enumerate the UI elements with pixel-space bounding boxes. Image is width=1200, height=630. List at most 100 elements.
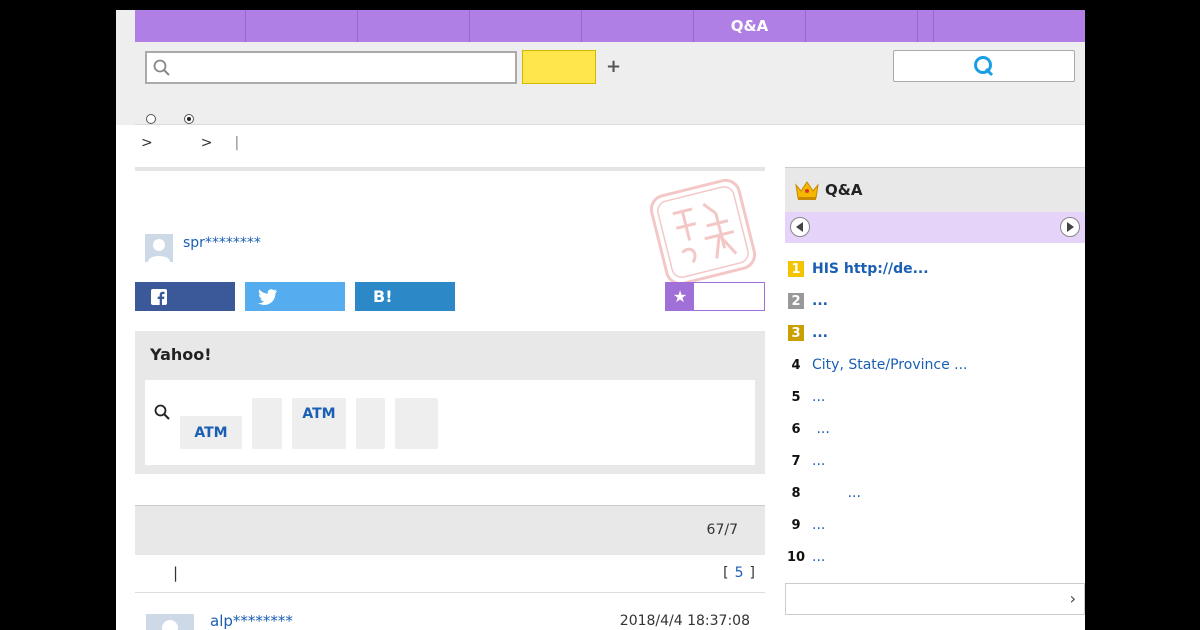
nav-tab-4[interactable]	[470, 10, 582, 42]
ranking-item-link[interactable]: HIS http://de...	[812, 261, 929, 277]
ranking-item-link[interactable]: ...	[812, 549, 825, 565]
chevron-right-icon: ›	[1069, 589, 1076, 608]
answer-timestamp: 2018/4/4 18:37:08	[619, 613, 750, 629]
ranking-item[interactable]: 10...	[785, 541, 1085, 573]
ranking-item[interactable]: 5...	[785, 381, 1085, 413]
sort-separator: |	[173, 564, 179, 582]
rank-number: 3	[788, 325, 804, 341]
ranking-header: Q&A	[785, 167, 1085, 212]
answers-sort-bar: | [5]	[135, 555, 765, 593]
nav-tab-2[interactable]	[246, 10, 358, 42]
chevron-left-icon	[796, 222, 803, 232]
related-keyword[interactable]	[356, 398, 385, 449]
breadcrumb-sep: >	[200, 135, 213, 151]
rank-number: 7	[791, 453, 801, 469]
search-input[interactable]	[175, 56, 505, 78]
watch-question-button[interactable]: ★	[665, 282, 765, 311]
nav-tab-8[interactable]	[918, 10, 934, 42]
nav-tab-3[interactable]	[358, 10, 470, 42]
nav-tab-7[interactable]	[806, 10, 918, 42]
ranking-category-tabs	[785, 212, 1085, 243]
ranking-item-link[interactable]: ...	[812, 293, 828, 309]
ranking-item-link[interactable]: ...	[812, 389, 825, 405]
pager-bracket: ]	[749, 565, 755, 581]
rank-number: 10	[786, 549, 806, 565]
add-condition-button[interactable]: +	[606, 56, 621, 77]
rank-number: 5	[791, 389, 801, 405]
related-keyword[interactable]	[252, 398, 282, 449]
ranking-item-link[interactable]: ...	[812, 453, 825, 469]
answers-header: 67/7	[135, 505, 765, 555]
pager-page-link[interactable]: 5	[735, 565, 744, 581]
top-nav: Q&A	[135, 10, 1085, 42]
ranking-title: Q&A	[825, 181, 863, 199]
rank-number: 2	[788, 293, 804, 309]
nav-tab-1[interactable]	[135, 10, 246, 42]
breadcrumb-bar: |	[234, 135, 240, 151]
ranking-item-link[interactable]: ...	[812, 517, 825, 533]
answerer-avatar[interactable]	[146, 614, 194, 630]
breadcrumb-sep: >	[141, 135, 153, 151]
ranking-sidebar: Q&A 1 HIS http://de... 2... 3... 4 City, S…	[785, 167, 1085, 615]
divider	[135, 167, 765, 171]
qa-logo-icon	[974, 56, 994, 77]
share-twitter-button[interactable]	[245, 282, 345, 311]
breadcrumb: > > |	[141, 134, 287, 152]
qa-home-button[interactable]	[893, 50, 1075, 82]
asker-avatar[interactable]	[145, 234, 173, 262]
search-submit-button[interactable]	[522, 50, 596, 84]
search-band: +	[135, 42, 1085, 125]
ranking-item[interactable]: 9...	[785, 509, 1085, 541]
crown-icon	[795, 181, 819, 200]
related-keywords-panel: ATM ATM	[145, 380, 755, 465]
share-facebook-button[interactable]	[135, 282, 235, 311]
pager-bracket: [	[723, 565, 729, 581]
answers-count: 67/7	[706, 522, 738, 538]
ranking-item[interactable]: 2...	[785, 285, 1085, 317]
ranking-prev-button[interactable]	[790, 217, 810, 237]
ranking-item[interactable]: 6 ...	[785, 413, 1085, 445]
nav-tab-9[interactable]	[934, 10, 1085, 42]
asker-name[interactable]: spr********	[183, 235, 261, 251]
search-icon	[154, 404, 170, 420]
ranking-item-link[interactable]: ...	[812, 485, 861, 501]
ranking-item[interactable]: 1 HIS http://de...	[785, 253, 1085, 285]
ranking-item[interactable]: 4 City, State/Province ...	[785, 349, 1085, 381]
search-icon	[153, 59, 170, 76]
ranking-item[interactable]: 8 ...	[785, 477, 1085, 509]
related-search-title: Yahoo!	[150, 345, 212, 364]
star-icon: ★	[666, 283, 694, 310]
pager: [5]	[723, 565, 755, 581]
nav-tab-qa[interactable]: Q&A	[694, 10, 806, 42]
user-silhouette-icon	[162, 620, 178, 630]
related-keyword[interactable]: ATM	[180, 416, 242, 449]
rank-number: 6	[791, 421, 801, 437]
search-scope-radio-1[interactable]	[146, 114, 156, 124]
related-keyword[interactable]: ATM	[292, 398, 346, 449]
page: Q&A + > > | spr******** B! ★ Yahoo! ATM …	[116, 10, 1085, 630]
answerer-name[interactable]: alp********	[210, 612, 293, 630]
resolved-stamp-icon	[649, 178, 757, 286]
search-scope-radio-2[interactable]	[184, 114, 194, 124]
facebook-icon	[151, 288, 167, 305]
ranking-item[interactable]: 7...	[785, 445, 1085, 477]
rank-number: 9	[791, 517, 801, 533]
ranking-item[interactable]: 3...	[785, 317, 1085, 349]
nav-tab-5[interactable]	[582, 10, 694, 42]
related-search-box: Yahoo! ATM ATM	[135, 331, 765, 474]
share-hatena-button[interactable]: B!	[355, 282, 455, 311]
search-box[interactable]	[145, 51, 517, 84]
rank-number: 4	[791, 357, 801, 373]
ranking-list: 1 HIS http://de... 2... 3... 4 City, State…	[785, 253, 1085, 573]
user-silhouette-icon	[148, 239, 170, 262]
ranking-item-link[interactable]: City, State/Province ...	[812, 357, 967, 373]
chevron-right-icon	[1067, 222, 1074, 232]
related-keyword[interactable]	[395, 398, 438, 449]
rank-number: 8	[791, 485, 801, 501]
ranking-item-link[interactable]: ...	[812, 421, 829, 437]
left-margin	[116, 10, 135, 125]
twitter-icon	[258, 288, 277, 305]
ranking-more-button[interactable]: ›	[785, 583, 1085, 615]
ranking-next-button[interactable]	[1060, 217, 1080, 237]
ranking-item-link[interactable]: ...	[812, 325, 828, 341]
